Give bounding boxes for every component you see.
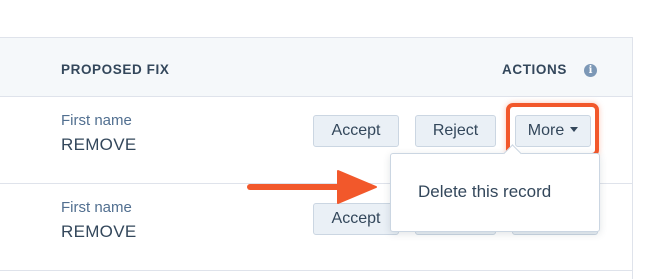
column-header-actions: ACTIONS xyxy=(502,62,567,77)
accept-button[interactable]: Accept xyxy=(313,115,399,147)
accept-button[interactable]: Accept xyxy=(313,203,399,235)
field-name: First name xyxy=(61,199,132,216)
arrow-right-icon xyxy=(247,170,377,204)
more-actions-dropdown: Delete this record xyxy=(390,144,600,232)
proposed-value: REMOVE xyxy=(61,222,137,241)
column-header-proposed-fix: PROPOSED FIX xyxy=(61,62,170,77)
more-button-highlight xyxy=(506,103,599,157)
reject-button[interactable]: Reject xyxy=(415,115,496,147)
field-name: First name xyxy=(61,112,132,129)
info-icon[interactable]: i xyxy=(584,64,597,77)
proposed-value: REMOVE xyxy=(61,135,137,154)
delete-record-menu-item[interactable]: Delete this record xyxy=(418,182,551,202)
table-header: PROPOSED FIX ACTIONS i xyxy=(0,38,632,97)
